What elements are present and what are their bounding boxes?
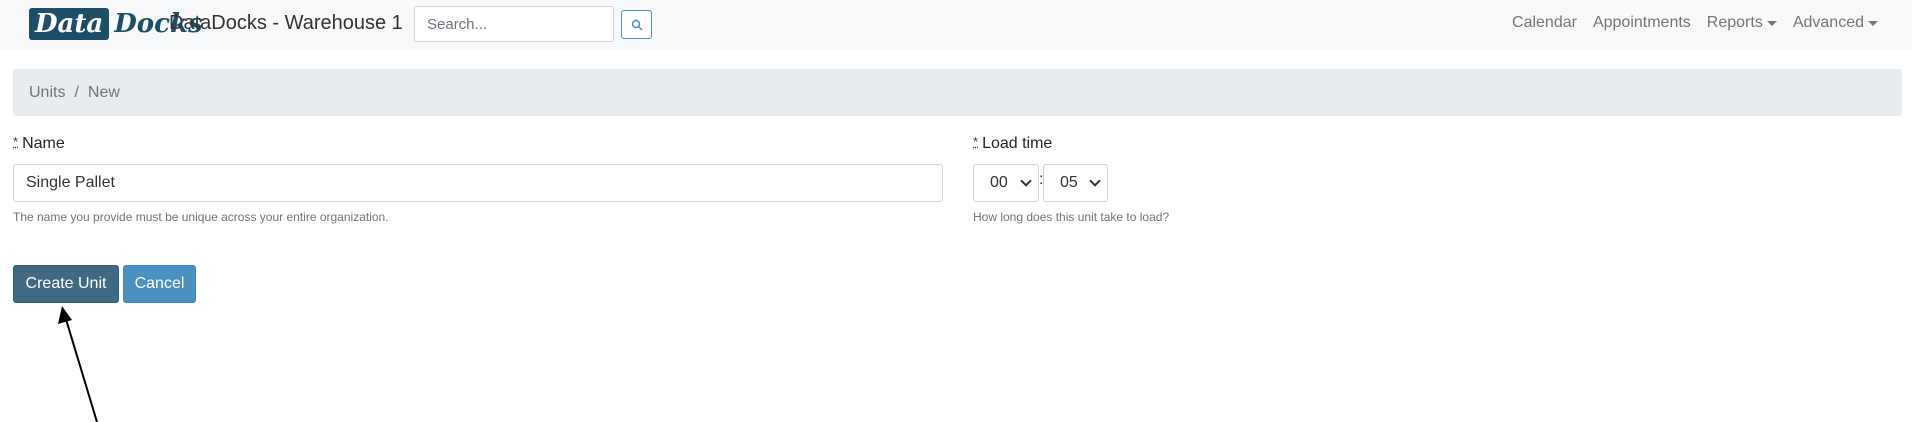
- name-input[interactable]: [13, 164, 943, 202]
- load-time-hours-select[interactable]: 00: [973, 164, 1039, 202]
- breadcrumb: Units / New: [13, 69, 1902, 116]
- create-unit-button[interactable]: Create Unit: [13, 265, 119, 303]
- navbar: Data Docks DataDocks - Warehouse 1 Calen…: [0, 0, 1912, 50]
- search-input[interactable]: [414, 6, 614, 42]
- caret-down-icon: [1868, 21, 1878, 26]
- load-time-help-text: How long does this unit take to load?: [973, 210, 1170, 224]
- nav-reports-label: Reports: [1706, 14, 1763, 31]
- hours-value: 00: [990, 174, 1008, 191]
- app-title[interactable]: DataDocks - Warehouse 1: [169, 12, 403, 35]
- name-label-text: Name: [22, 135, 65, 152]
- nav-reports-dropdown[interactable]: Reports: [1707, 14, 1777, 32]
- nav-appointments[interactable]: Appointments: [1593, 14, 1691, 32]
- chevron-down-icon: [1089, 174, 1101, 187]
- logo-data-text: Data: [29, 8, 110, 40]
- cancel-button[interactable]: Cancel: [123, 265, 196, 303]
- nav-appointments-label: Appointments: [1592, 14, 1691, 31]
- search-button[interactable]: [621, 10, 652, 39]
- name-label: * Name: [13, 134, 65, 153]
- load-time-minutes-select[interactable]: 05: [1043, 164, 1108, 202]
- nav-calendar-label: Calendar: [1512, 14, 1577, 31]
- breadcrumb-separator: /: [74, 83, 79, 101]
- search-icon: [631, 19, 643, 31]
- breadcrumb-units-link[interactable]: Units: [29, 84, 65, 102]
- nav-advanced-dropdown[interactable]: Advanced: [1793, 14, 1878, 32]
- load-time-label: * Load time: [973, 134, 1053, 153]
- load-time-label-text: Load time: [982, 135, 1053, 152]
- name-help-text: The name you provide must be unique acro…: [13, 210, 389, 224]
- minutes-value: 05: [1060, 174, 1078, 191]
- main-nav: Calendar Appointments Reports Advanced: [1496, 14, 1878, 32]
- required-marker: *: [973, 134, 979, 149]
- nav-calendar[interactable]: Calendar: [1512, 14, 1577, 32]
- chevron-down-icon: [1020, 174, 1032, 187]
- caret-down-icon: [1766, 21, 1777, 26]
- required-marker: *: [13, 134, 19, 149]
- breadcrumb-current: New: [87, 83, 120, 101]
- nav-advanced-label: Advanced: [1792, 14, 1864, 31]
